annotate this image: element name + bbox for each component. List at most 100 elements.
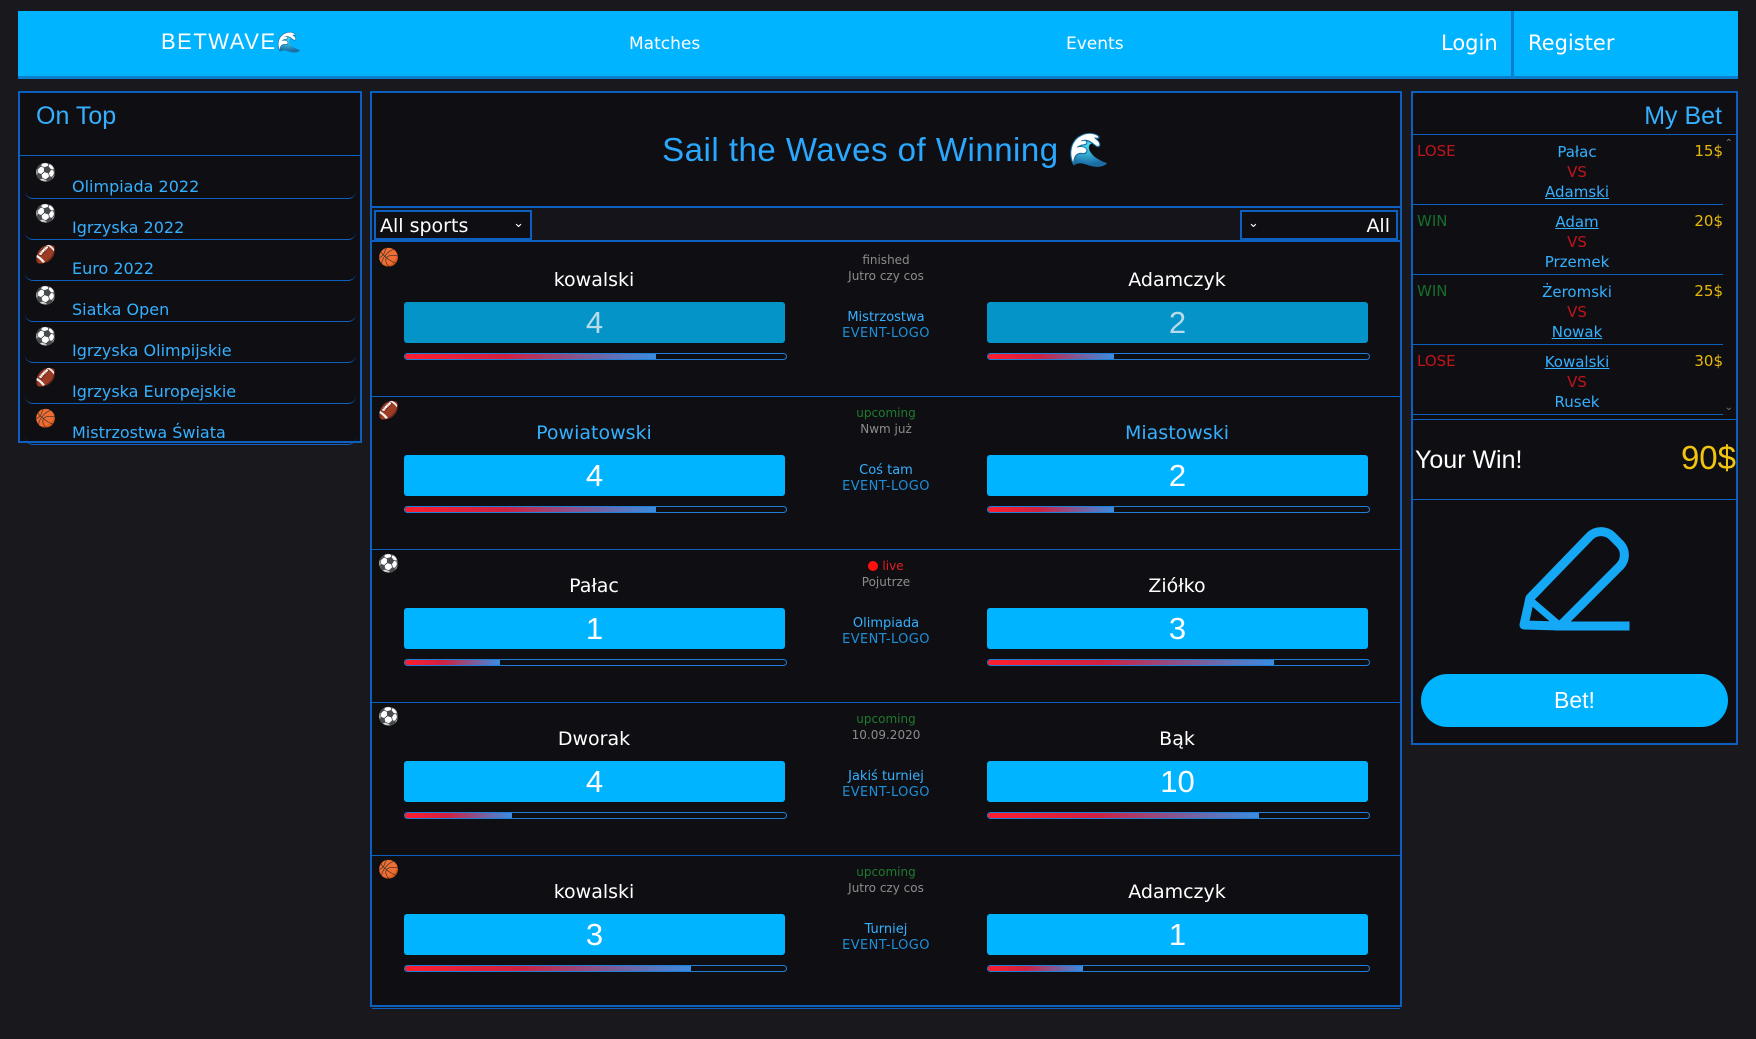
event-name[interactable]: Mistrzostwa [784, 310, 988, 325]
my-bet-title: My Bet [1644, 102, 1722, 130]
bet-team-b[interactable]: Przemek [1527, 252, 1627, 272]
scroll-up-icon[interactable]: ⌃ [1725, 138, 1733, 149]
team-b-odds-bar [987, 965, 1370, 972]
login-button[interactable]: Login [1441, 31, 1498, 55]
american-football-icon: 🏈 [35, 245, 57, 265]
wave-icon: 🌊 [276, 32, 304, 54]
event-name[interactable]: Olimpiada [784, 616, 988, 631]
team-b-odds-bar [987, 506, 1370, 513]
event-name[interactable]: Turniej [784, 922, 988, 937]
my-bet-panel: My Bet ⌃ LOSE Pałac VS Adamski 15$ WIN Adam VS P… [1411, 91, 1738, 745]
bet-result: WIN [1417, 212, 1448, 230]
bet-team-b-button[interactable]: 1 [987, 914, 1368, 955]
team-a-odds-bar [404, 659, 787, 666]
match-card: 🏀 finished Jutro czy cos Mistrzostwa EVENT-L… [372, 244, 1400, 397]
match-card: ⚽ upcoming 10.09.2020 Jakiś turniej EVENT-LO… [372, 703, 1400, 856]
sport-filter-value: All sports [380, 215, 469, 237]
nav-events-link[interactable]: Events [1066, 34, 1124, 54]
bet-team-a[interactable]: Żeromski [1527, 282, 1627, 302]
event-name[interactable]: Jakiś turniej [784, 769, 988, 784]
bet-team-a[interactable]: Adam [1527, 212, 1627, 232]
match-card: 🏈 upcoming Nwm już Coś tam EVENT-LOGO Powiato… [372, 397, 1400, 550]
place-bet-button[interactable]: Bet! [1421, 674, 1728, 727]
bet-amount: 25$ [1694, 282, 1723, 300]
bet-slip-item: WIN Adam VS Przemek 20$ [1413, 205, 1723, 275]
brand-logo[interactable]: BETWAVE🌊 [161, 29, 303, 55]
top-navbar: BETWAVE🌊 Matches Events Login Register [18, 11, 1738, 79]
on-top-item[interactable]: ⚽ Olimpiada 2022 [25, 159, 356, 199]
bet-team-a-button[interactable]: 4 [404, 302, 785, 343]
multi-sport-icon: ⚽ [35, 204, 57, 224]
bet-slip-item: LOSE Kowalski VS Rusek 30$ [1413, 345, 1723, 415]
bet-amount: 20$ [1694, 212, 1723, 230]
vs-label: VS [1567, 373, 1587, 391]
odds-bar-fill [988, 813, 1259, 818]
scroll-down-icon[interactable]: ⌄ [1725, 402, 1733, 413]
on-top-item[interactable]: 🏀 Mistrzostwa Świata [25, 405, 356, 445]
on-top-item[interactable]: ⚽ Siatka Open [25, 282, 356, 322]
team-a-odds-bar [404, 812, 787, 819]
match-card: 🏀 upcoming Jutro czy cos Turniej EVENT-LOGO k… [372, 856, 1400, 1009]
bet-result: LOSE [1417, 142, 1456, 160]
bet-team-a-button[interactable]: 4 [404, 761, 785, 802]
bet-team-a-button[interactable]: 3 [404, 914, 785, 955]
odds-bar-fill [988, 354, 1114, 359]
bet-amount: 15$ [1694, 142, 1723, 160]
event-logo: EVENT-LOGO [842, 479, 930, 494]
team-b-name: Ziółko [1148, 575, 1206, 597]
bet-team-b-button[interactable]: 10 [987, 761, 1368, 802]
on-top-item[interactable]: 🏈 Igrzyska Europejskie [25, 364, 356, 404]
bet-team-a[interactable]: Pałac [1527, 142, 1627, 162]
team-a-odds-bar [404, 506, 787, 513]
bet-team-b-button[interactable]: 2 [987, 302, 1368, 343]
your-win-label: Your Win! [1415, 446, 1523, 474]
on-top-item[interactable]: 🏈 Euro 2022 [25, 241, 356, 281]
bet-slip-item: WIN Żeromski VS Nowak 25$ [1413, 275, 1723, 345]
chevron-down-icon: ⌄ [513, 216, 524, 231]
bet-team-b[interactable]: Adamski [1527, 182, 1627, 202]
soccer-ball-icon: ⚽ [35, 286, 57, 306]
on-top-item-label: Igrzyska Olimpijskie [72, 341, 232, 360]
on-top-item[interactable]: ⚽ Igrzyska Olimpijskie [25, 323, 356, 363]
bet-team-b-button[interactable]: 3 [987, 608, 1368, 649]
bet-team-a-button[interactable]: 1 [404, 608, 785, 649]
bet-team-b[interactable]: Rusek [1527, 392, 1627, 412]
status-filter-select[interactable]: ⌄ All [1240, 210, 1398, 240]
divider [20, 155, 360, 156]
event-logo: EVENT-LOGO [842, 632, 930, 647]
register-button[interactable]: Register [1528, 31, 1614, 55]
team-a-odds-bar [404, 353, 787, 360]
brand-name: BETWAVE [161, 29, 277, 54]
team-a-name: Pałac [569, 575, 619, 597]
basketball-icon: 🏀 [378, 248, 400, 268]
bet-amount: 30$ [1694, 352, 1723, 370]
american-football-icon: 🏈 [35, 368, 57, 388]
chevron-down-icon: ⌄ [1248, 216, 1259, 231]
match-time: Jutro czy cos [848, 881, 924, 895]
match-status: finished [862, 253, 910, 267]
bet-team-b[interactable]: Nowak [1527, 322, 1627, 342]
vs-label: VS [1567, 303, 1587, 321]
odds-bar-fill [405, 966, 691, 971]
event-logo: EVENT-LOGO [842, 938, 930, 953]
basketball-icon: 🏀 [378, 860, 400, 880]
your-win-value: 90$ [1680, 439, 1736, 476]
multi-sport-icon: ⚽ [35, 163, 57, 183]
status-filter-value: All [1366, 215, 1390, 237]
bet-team-a[interactable]: Kowalski [1527, 352, 1627, 372]
odds-bar-fill [988, 966, 1084, 971]
match-status: upcoming [856, 406, 916, 420]
bet-team-a-button[interactable]: 4 [404, 455, 785, 496]
on-top-sidebar: On Top ⚽ Olimpiada 2022 ⚽ Igrzyska 2022 🏈 Eur… [18, 91, 362, 445]
odds-bar-fill [405, 507, 657, 512]
bet-result: LOSE [1417, 352, 1456, 370]
match-time: Jutro czy cos [848, 269, 924, 283]
divider [1413, 499, 1736, 500]
bet-team-b-button[interactable]: 2 [987, 455, 1368, 496]
match-status: upcoming [856, 712, 916, 726]
event-name[interactable]: Coś tam [784, 463, 988, 478]
nav-matches-link[interactable]: Matches [629, 34, 700, 54]
on-top-item-label: Olimpiada 2022 [72, 177, 200, 196]
on-top-item[interactable]: ⚽ Igrzyska 2022 [25, 200, 356, 240]
sport-filter-select[interactable]: All sports ⌄ [374, 210, 532, 240]
